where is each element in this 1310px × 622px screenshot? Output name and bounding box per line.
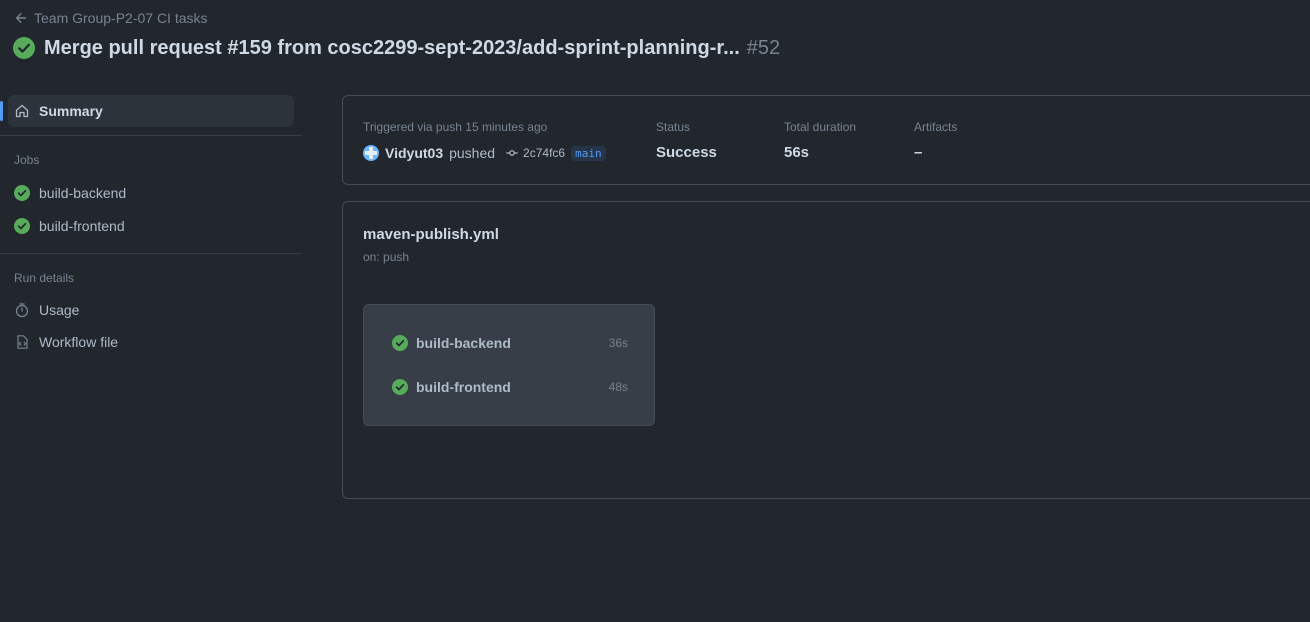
job-node-build-backend[interactable]: build-backend 36s bbox=[392, 332, 628, 354]
run-summary-card: Triggered via push 15 minutes ago Vidyut… bbox=[342, 95, 1310, 185]
git-commit-icon bbox=[506, 150, 518, 156]
status-value: Success bbox=[656, 144, 717, 161]
commit-sha: 2c74fc6 bbox=[523, 146, 566, 160]
artifacts-label: Artifacts bbox=[914, 120, 958, 134]
sidebar-item-summary[interactable]: Summary bbox=[0, 95, 294, 127]
sidebar-item-usage[interactable]: Usage bbox=[8, 294, 294, 326]
check-circle-icon bbox=[392, 379, 408, 395]
actor-link[interactable]: Vidyut03 bbox=[385, 145, 443, 161]
sidebar-item-label: build-backend bbox=[39, 185, 127, 201]
duration-label: Total duration bbox=[784, 120, 857, 134]
trigger-detail: Vidyut03 pushed 2c74fc6 main bbox=[363, 143, 606, 163]
status-label: Status bbox=[656, 120, 691, 134]
check-circle-icon bbox=[14, 185, 30, 201]
check-circle-icon bbox=[392, 335, 408, 351]
sidebar-item-label: build-frontend bbox=[39, 218, 125, 234]
job-node-build-frontend[interactable]: build-frontend 48s bbox=[392, 376, 628, 398]
file-code-icon bbox=[17, 335, 28, 349]
sidebar-item-workflow-file[interactable]: Workflow file bbox=[8, 326, 294, 358]
job-duration: 48s bbox=[608, 380, 628, 394]
workflow-file-name[interactable]: maven-publish.yml bbox=[363, 226, 499, 243]
run-details-heading: Run details bbox=[14, 271, 75, 285]
check-circle-icon bbox=[13, 37, 35, 59]
stopwatch-icon bbox=[15, 303, 29, 318]
job-duration: 36s bbox=[608, 336, 628, 350]
sidebar-item-label: Summary bbox=[39, 103, 103, 119]
trigger-info: Triggered via push 15 minutes ago Vidyut… bbox=[363, 119, 606, 163]
workflow-graph-card: maven-publish.yml on: push build-backend… bbox=[342, 201, 1310, 499]
duration-info: Total duration 56s bbox=[784, 119, 856, 163]
artifacts-value: – bbox=[914, 144, 923, 161]
run-title: Merge pull request #159 from cosc2299-se… bbox=[44, 36, 740, 59]
branch-badge[interactable]: main bbox=[571, 145, 606, 161]
artifacts-info: Artifacts – bbox=[914, 119, 957, 163]
jobs-heading: Jobs bbox=[14, 153, 40, 167]
sidebar: Summary Jobs build-backend build-fronten… bbox=[0, 88, 302, 358]
sidebar-item-label: Workflow file bbox=[39, 334, 119, 350]
back-link[interactable]: Team Group-P2-07 CI tasks bbox=[14, 9, 208, 27]
run-number: #52 bbox=[746, 36, 781, 59]
check-circle-icon bbox=[14, 218, 30, 234]
job-name: build-frontend bbox=[416, 379, 511, 395]
commit-link[interactable]: 2c74fc6 bbox=[505, 146, 565, 160]
divider bbox=[0, 135, 302, 136]
sidebar-item-build-frontend[interactable]: build-frontend bbox=[8, 210, 294, 242]
home-icon bbox=[15, 104, 29, 118]
workflow-trigger: on: push bbox=[363, 250, 410, 264]
job-name: build-backend bbox=[416, 335, 511, 351]
action-text: pushed bbox=[449, 145, 496, 161]
jobs-group: build-backend 36s build-frontend 48s bbox=[363, 304, 655, 426]
sidebar-item-label: Usage bbox=[39, 302, 80, 318]
page-header: Team Group-P2-07 CI tasks Merge pull req… bbox=[0, 0, 1310, 70]
arrow-left-icon bbox=[15, 13, 27, 23]
trigger-text: Triggered via push 15 minutes ago bbox=[363, 120, 548, 134]
divider bbox=[0, 253, 302, 254]
avatar[interactable] bbox=[363, 145, 379, 161]
sidebar-item-build-backend[interactable]: build-backend bbox=[8, 177, 294, 209]
page-title: Merge pull request #159 from cosc2299-se… bbox=[13, 35, 780, 61]
back-link-label: Team Group-P2-07 CI tasks bbox=[34, 10, 208, 26]
duration-value: 56s bbox=[784, 144, 810, 161]
status-info: Status Success bbox=[656, 119, 717, 163]
